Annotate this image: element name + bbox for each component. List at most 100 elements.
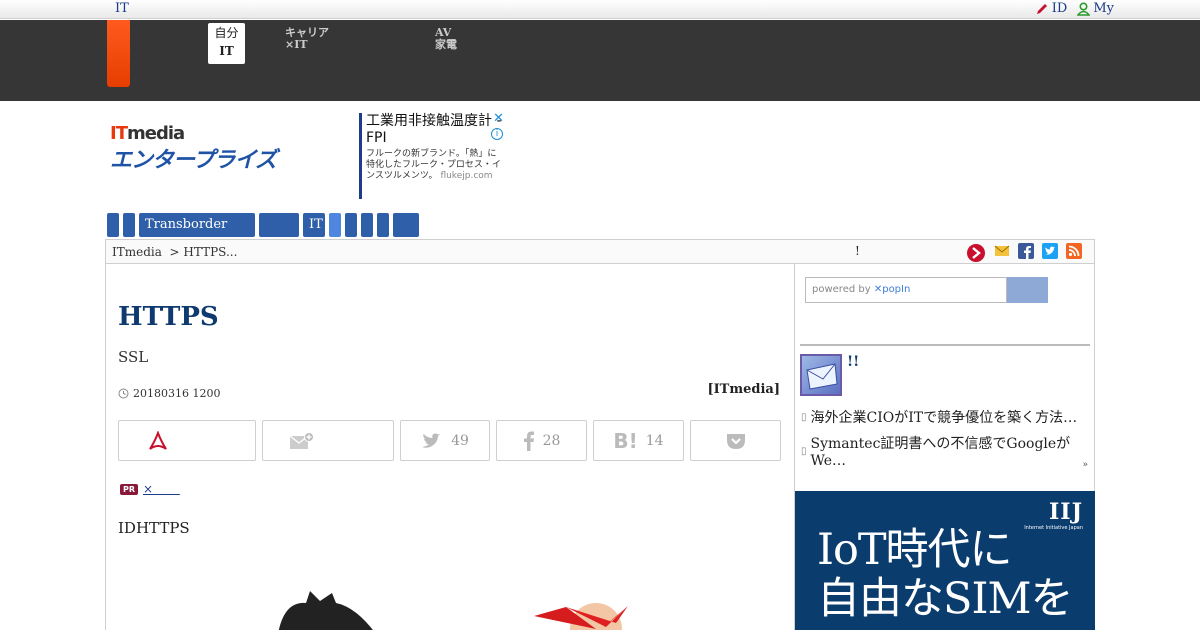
- search-button[interactable]: [1007, 277, 1048, 303]
- article-subtitle: SSL: [118, 348, 149, 366]
- sidebar-link[interactable]: ▯ Symantec証明書への不信感でGoogleがWe…: [801, 433, 1094, 469]
- info-icon[interactable]: i: [491, 128, 503, 140]
- ad-description: フルークの新ブランド。「熱」に特化したフルーク・プロセス・インスツルメンツ。 f…: [366, 149, 504, 182]
- twitter-icon[interactable]: [1042, 243, 1058, 259]
- category-tab-active[interactable]: [329, 213, 341, 237]
- site-search: powered by ✕popIn: [805, 277, 1048, 303]
- sidebar-link-text: Symantec証明書への不信感でGoogleがWe…: [810, 436, 1071, 469]
- pocket-button[interactable]: [690, 420, 781, 461]
- hatena-bookmark-button[interactable]: B! 14: [593, 420, 684, 461]
- social-icons: [966, 243, 1082, 263]
- category-nav: Transborder IT: [107, 213, 419, 237]
- facebook-button[interactable]: 28: [496, 420, 587, 461]
- my-link-label: My: [1093, 1, 1114, 16]
- category-tab[interactable]: [107, 213, 119, 237]
- top-strip: IT ID My: [0, 0, 1200, 19]
- hatena-count: 14: [645, 432, 664, 449]
- ad-domain: flukejp.com: [440, 171, 493, 181]
- article-column: HTTPS SSL 20180316 1200 [ITmedia] 49 28: [105, 264, 794, 630]
- mail-plus-icon: [289, 431, 314, 449]
- pocket-icon: [726, 433, 745, 449]
- article-lead: IDHTTPS: [118, 519, 190, 537]
- mail-share-button[interactable]: [262, 420, 394, 461]
- hatena-icon: B!: [613, 428, 638, 453]
- sidebar-link-text: 海外企業CIOがITで競争優位を築く方法…: [810, 410, 1078, 426]
- id-link-label: ID: [1051, 1, 1068, 16]
- breadcrumb-current: HTTPS...: [183, 245, 238, 259]
- ad-brand-sub: Internet Initiative Japan: [1024, 525, 1083, 531]
- article-title: HTTPS: [118, 302, 219, 332]
- category-tab-transborder[interactable]: Transborder: [139, 213, 255, 237]
- tweet-button[interactable]: 49: [400, 420, 490, 461]
- document-icon: ▯: [801, 445, 807, 457]
- more-link[interactable]: »: [1082, 460, 1088, 470]
- logo-itmedia: ITmedia: [110, 123, 185, 144]
- envelope-icon: [806, 363, 838, 390]
- document-icon: ▯: [801, 411, 807, 423]
- breadcrumb-mark: !: [855, 244, 860, 258]
- facebook-count: 28: [542, 432, 561, 449]
- ad-brand: IIJ: [1049, 499, 1083, 525]
- facebook-icon: [523, 431, 534, 451]
- search-input[interactable]: powered by ✕popIn: [805, 277, 1007, 303]
- breadcrumb-home[interactable]: ITmedia: [112, 245, 162, 259]
- pencil-icon: [1036, 3, 1047, 14]
- band-item-line2: IT: [219, 44, 234, 58]
- arrow-right-icon[interactable]: [966, 243, 986, 263]
- category-tab[interactable]: [361, 213, 373, 237]
- band-item-av[interactable]: AV 家電: [435, 27, 457, 51]
- breadcrumb: ITmedia > HTTPS...: [112, 245, 238, 259]
- search-placeholder: powered by: [812, 284, 871, 295]
- sidebar: powered by ✕popIn !! ▯ 海外企業CIOがITで競争優位を築…: [794, 264, 1095, 630]
- sidebar-headline[interactable]: !!: [847, 354, 859, 370]
- article-byline: [ITmedia]: [707, 382, 780, 397]
- rss-icon[interactable]: [1066, 243, 1082, 259]
- band-item-self-it[interactable]: 自分 IT: [208, 23, 245, 64]
- user-icon: [1077, 1, 1091, 16]
- sidebar-ad[interactable]: IIJ Internet Initiative Japan IoT時代に 自由な…: [795, 491, 1095, 630]
- mail-icon[interactable]: [994, 243, 1010, 259]
- band-item-career-it[interactable]: キャリア ×IT: [285, 27, 329, 51]
- band-item-line2: 家電: [435, 38, 457, 51]
- site-nav-band: [0, 20, 1200, 101]
- article-illustration: [278, 591, 628, 630]
- header-ad[interactable]: 工業用非接触温度計 - FPI フルークの新ブランド。「熱」に特化したフルーク・…: [359, 111, 504, 199]
- category-tab[interactable]: [377, 213, 389, 237]
- popin-logo: ✕popIn: [873, 284, 911, 295]
- ad-line-2: 自由なSIMを: [817, 574, 1073, 624]
- twitter-icon: [422, 433, 441, 448]
- logo-enterprise: エンタープライズ: [110, 148, 277, 173]
- category-tab[interactable]: [259, 213, 299, 237]
- category-tab[interactable]: [123, 213, 135, 237]
- band-item-line2: ×IT: [285, 38, 308, 51]
- pr-link[interactable]: ×: [143, 482, 180, 496]
- category-tab[interactable]: [345, 213, 357, 237]
- article-date-text: 20180316 1200: [133, 387, 221, 400]
- ad-line-1: IoT時代に: [817, 525, 1013, 575]
- orange-tab[interactable]: [107, 20, 130, 87]
- newsletter-icon[interactable]: [800, 354, 842, 396]
- my-link[interactable]: My: [1077, 1, 1114, 16]
- sidebar-link[interactable]: ▯ 海外企業CIOがITで競争優位を築く方法…: [801, 407, 1077, 427]
- pr-badge: PR: [120, 483, 139, 495]
- popin-text: popIn: [882, 284, 911, 295]
- article-date: 20180316 1200: [118, 387, 220, 400]
- top-links: ID My: [1035, 1, 1114, 16]
- category-tab-it[interactable]: IT: [303, 213, 325, 237]
- pr-line: PR ×: [120, 482, 180, 496]
- facebook-icon[interactable]: [1018, 243, 1034, 259]
- category-tab[interactable]: [393, 213, 419, 237]
- band-item-line1: 自分: [214, 26, 239, 40]
- pr-link-text: ×: [143, 482, 154, 496]
- close-icon[interactable]: ✕: [493, 111, 504, 126]
- clock-icon: [118, 388, 129, 399]
- sidebar-divider: [800, 344, 1090, 346]
- pdf-icon: [149, 430, 167, 450]
- id-link[interactable]: ID: [1035, 1, 1068, 16]
- ad-headline[interactable]: 工業用非接触温度計 - FPI: [366, 113, 504, 147]
- pdf-button[interactable]: [118, 420, 256, 461]
- tweet-count: 49: [451, 432, 469, 449]
- breadcrumb-bar: ITmedia > HTTPS... !: [105, 239, 1095, 264]
- top-brand[interactable]: IT: [115, 1, 129, 16]
- site-logo[interactable]: ITmedia エンタープライズ: [110, 123, 277, 174]
